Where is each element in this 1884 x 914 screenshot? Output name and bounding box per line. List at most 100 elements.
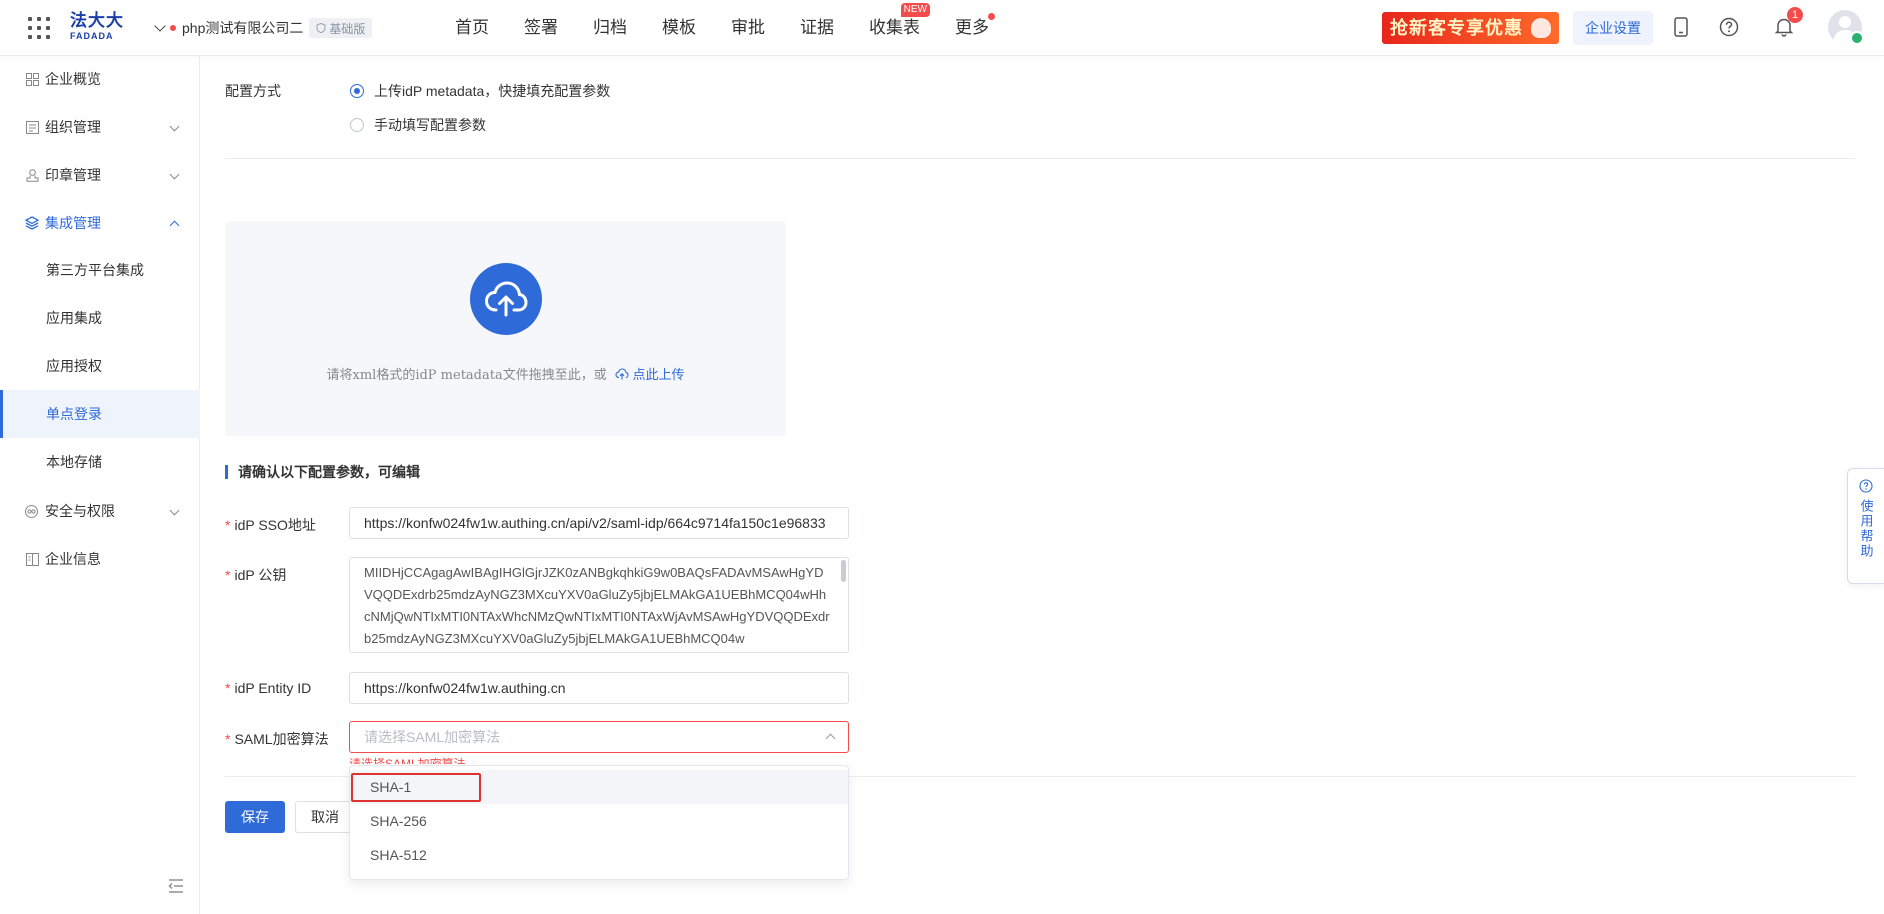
sidebar-subitem-app-integration[interactable]: 应用集成 [0,294,200,342]
chevron-down-icon [154,20,166,32]
sidebar-item-enterprise-info[interactable]: 企业信息 [0,536,200,582]
hand-pointer-icon [1531,18,1551,38]
sidebar-item-label: 印章管理 [45,167,101,183]
sidebar-subitem-local-storage[interactable]: 本地存储 [0,438,200,486]
company-name: php测试有限公司二 [182,20,304,36]
public-key-label: idP 公钥 [225,565,286,585]
apps-grid-icon[interactable] [28,17,50,39]
metadata-dropzone[interactable]: 请将xml格式的idP metadata文件拖拽至此，或 点此上传 [225,221,786,436]
nav-label: 审批 [731,18,765,37]
nav-more[interactable]: 更多 [955,0,995,56]
radio-unchecked [350,118,364,132]
dropdown-option-sha1[interactable]: SHA-1 [350,770,848,804]
nav-archive[interactable]: 归档 [593,0,627,56]
building-icon [25,552,39,566]
new-badge: NEW [900,3,930,17]
logo-subtext: FADADA [70,31,114,41]
nav-home[interactable]: 首页 [455,0,489,56]
nav-label: 模板 [662,18,696,37]
sidebar-subitem-label: 本地存储 [46,454,102,470]
nav-label: 首页 [455,18,489,37]
entity-id-label: idP Entity ID [225,680,311,696]
nav-collect-form[interactable]: 收集表 NEW [869,0,930,56]
radio-label: 上传idP metadata，快捷填充配置参数 [374,83,611,99]
upload-link[interactable]: 点此上传 [615,367,685,382]
option-label: SHA-256 [370,813,427,829]
collapse-sidebar-icon[interactable] [168,879,184,893]
nav-sign[interactable]: 签署 [524,0,558,56]
public-key-textarea[interactable]: MIIDHjCCAgagAwIBAgIHGlGjrJZK0zANBgkqhkiG… [349,557,849,653]
phone-icon [1674,17,1688,37]
chevron-down-icon [169,169,180,180]
sidebar-item-seal[interactable]: 印章管理 [0,152,200,198]
sso-url-label: idP SSO地址 [225,515,315,535]
organization-icon [25,120,39,134]
divider [225,158,1855,159]
nav-evidence[interactable]: 证据 [800,0,834,56]
question-circle-icon [1859,479,1873,493]
help-icon[interactable] [1716,14,1742,40]
nav-label: 更多 [955,18,989,37]
public-key-value: MIIDHjCCAgagAwIBAgIHGlGjrJZK0zANBgkqhkiG… [364,565,830,646]
sidebar-subitem-sso[interactable]: 单点登录 [0,390,200,438]
edition-label: 基础版 [329,21,366,36]
bell-button[interactable]: 1 [1771,7,1803,40]
dropzone-text: 请将xml格式的idP metadata文件拖拽至此，或 [326,368,607,383]
nav-label: 证据 [800,18,834,37]
edition-badge: 基础版 [309,18,373,38]
saml-algorithm-select[interactable]: 请选择SAML加密算法 [349,721,849,753]
upload-link-label: 点此上传 [632,367,685,382]
nav-label: 归档 [593,18,627,37]
help-float-button[interactable]: 使用帮助 [1847,468,1884,584]
notification-count-badge: 1 [1787,7,1803,23]
cloud-upload-icon [470,263,542,335]
layers-icon [25,216,39,230]
shield-icon [316,23,326,33]
mobile-icon[interactable] [1668,14,1694,40]
config-method-label: 配置方式 [225,83,281,99]
saml-algorithm-error: 请选择SAML加密算法 [349,757,466,764]
sidebar-subitem-label: 应用授权 [46,358,102,374]
sidebar-subitem-app-authorization[interactable]: 应用授权 [0,342,200,390]
sidebar-item-organization[interactable]: 组织管理 [0,104,200,150]
cancel-button[interactable]: 取消 [295,801,355,833]
sidebar-subitem-label: 应用集成 [46,310,102,326]
sidebar-item-label: 企业概览 [45,71,101,87]
help-label: 使用帮助 [1858,499,1874,559]
dropdown-option-sha512[interactable]: SHA-512 [350,838,848,872]
verified-check-icon [1850,31,1864,45]
save-button[interactable]: 保存 [225,801,285,833]
nav-approval[interactable]: 审批 [731,0,765,56]
sidebar-item-security[interactable]: 安全与权限 [0,488,200,534]
dropzone-hint: 请将xml格式的idP metadata文件拖拽至此，或 点此上传 [225,364,786,383]
chevron-up-icon [825,733,836,744]
radio-upload-metadata[interactable]: 上传idP metadata，快捷填充配置参数 [350,81,610,101]
radio-manual-fill[interactable]: 手动填写配置参数 [350,115,486,135]
sidebar-item-label: 企业信息 [45,551,101,567]
textarea-scrollbar[interactable] [841,560,846,582]
chevron-down-icon [169,505,180,516]
notification-dot [988,13,995,20]
nav-template[interactable]: 模板 [662,0,696,56]
notification-dot [170,25,176,31]
logo[interactable]: 法大大 FADADA [70,12,124,44]
main-nav: 首页 签署 归档 模板 审批 证据 收集表 NEW 更多 [455,0,1024,56]
nav-label: 签署 [524,18,558,37]
sidebar-item-integration[interactable]: 集成管理 [0,200,200,246]
promo-banner[interactable]: 抢新客专享优惠 [1382,12,1559,44]
cloud-upload-small-icon [615,368,629,380]
sso-url-value: https://konfw024fw1w.authing.cn/api/v2/s… [364,515,826,531]
sidebar-subitem-third-party[interactable]: 第三方平台集成 [0,246,200,294]
sidebar-subitem-label: 第三方平台集成 [46,262,144,278]
sidebar-item-overview[interactable]: 企业概览 [0,56,200,102]
enterprise-settings-button[interactable]: 企业设置 [1573,11,1653,45]
company-switcher[interactable]: php测试有限公司二 基础版 [154,16,373,40]
sidebar-item-label: 安全与权限 [45,503,115,519]
saml-algorithm-dropdown: SHA-1 SHA-256 SHA-512 [349,765,849,880]
entity-id-input[interactable]: https://konfw024fw1w.authing.cn [349,672,849,704]
sidebar-item-label: 组织管理 [45,119,101,135]
sso-url-input[interactable]: https://konfw024fw1w.authing.cn/api/v2/s… [349,507,849,539]
dropdown-option-sha256[interactable]: SHA-256 [350,804,848,838]
radio-label: 手动填写配置参数 [374,117,486,133]
entity-id-value: https://konfw024fw1w.authing.cn [364,680,566,696]
